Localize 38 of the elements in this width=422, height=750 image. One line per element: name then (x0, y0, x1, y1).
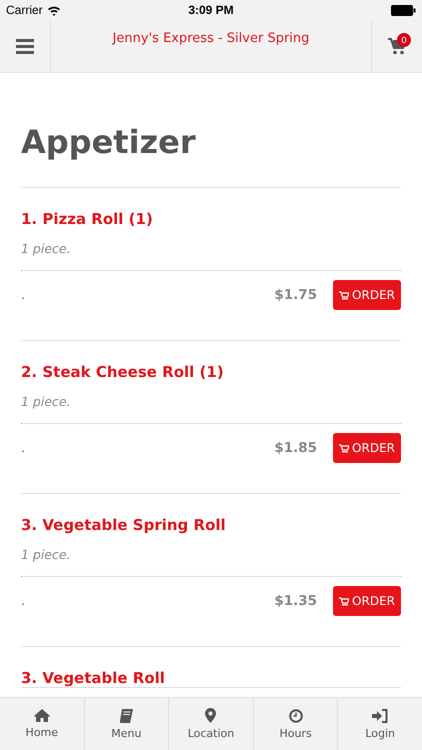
cart-count-badge: 0 (397, 33, 411, 47)
cart-button[interactable]: 0 (371, 20, 422, 72)
item-name: 2. Steak Cheese Roll (1) (21, 363, 225, 381)
order-button[interactable]: ORDER (333, 586, 401, 616)
item-name: 3. Vegetable Roll (21, 669, 166, 687)
item-price: $1.35 (274, 593, 318, 609)
item-description: 1 piece. (21, 547, 401, 577)
menu-icon (16, 38, 34, 54)
order-button[interactable]: ORDER (333, 433, 401, 463)
restaurant-title: Jenny's Express - Silver Spring (112, 31, 310, 46)
tab-bar-item[interactable]: Menu (84, 698, 170, 750)
status-time: 3:09 PM (188, 3, 234, 17)
cart-icon (339, 444, 350, 452)
item-note: . (21, 594, 26, 608)
item-name: 1. Pizza Roll (1) (21, 210, 154, 228)
item-name: 3. Vegetable Spring Roll (21, 516, 227, 534)
book-icon (119, 708, 134, 722)
tab-bar-item[interactable]: Login (338, 698, 422, 750)
cart-icon (339, 290, 350, 300)
item-description: 1 piece. (21, 241, 401, 271)
tab-bar-item[interactable]: Hours (254, 698, 338, 750)
item-note: . (21, 440, 26, 456)
sign-in-icon (372, 708, 388, 722)
clock-icon (288, 708, 303, 722)
tab-bar-item[interactable]: Location (169, 698, 254, 750)
tab-bar-item[interactable]: Home (0, 698, 85, 750)
order-button[interactable]: ORDER (333, 280, 401, 310)
item-note: . (21, 288, 26, 302)
item-price: $1.85 (274, 440, 318, 456)
item-description: 1 piece. (21, 394, 401, 424)
wifi-icon (46, 4, 61, 16)
home-icon (34, 709, 50, 722)
battery-icon (391, 4, 416, 16)
item-price: $1.75 (274, 287, 318, 303)
section-heading: Appetizer (21, 123, 401, 188)
cart-icon (339, 596, 350, 606)
carrier-label: Carrier (6, 3, 43, 17)
map-pin-icon (205, 708, 216, 723)
